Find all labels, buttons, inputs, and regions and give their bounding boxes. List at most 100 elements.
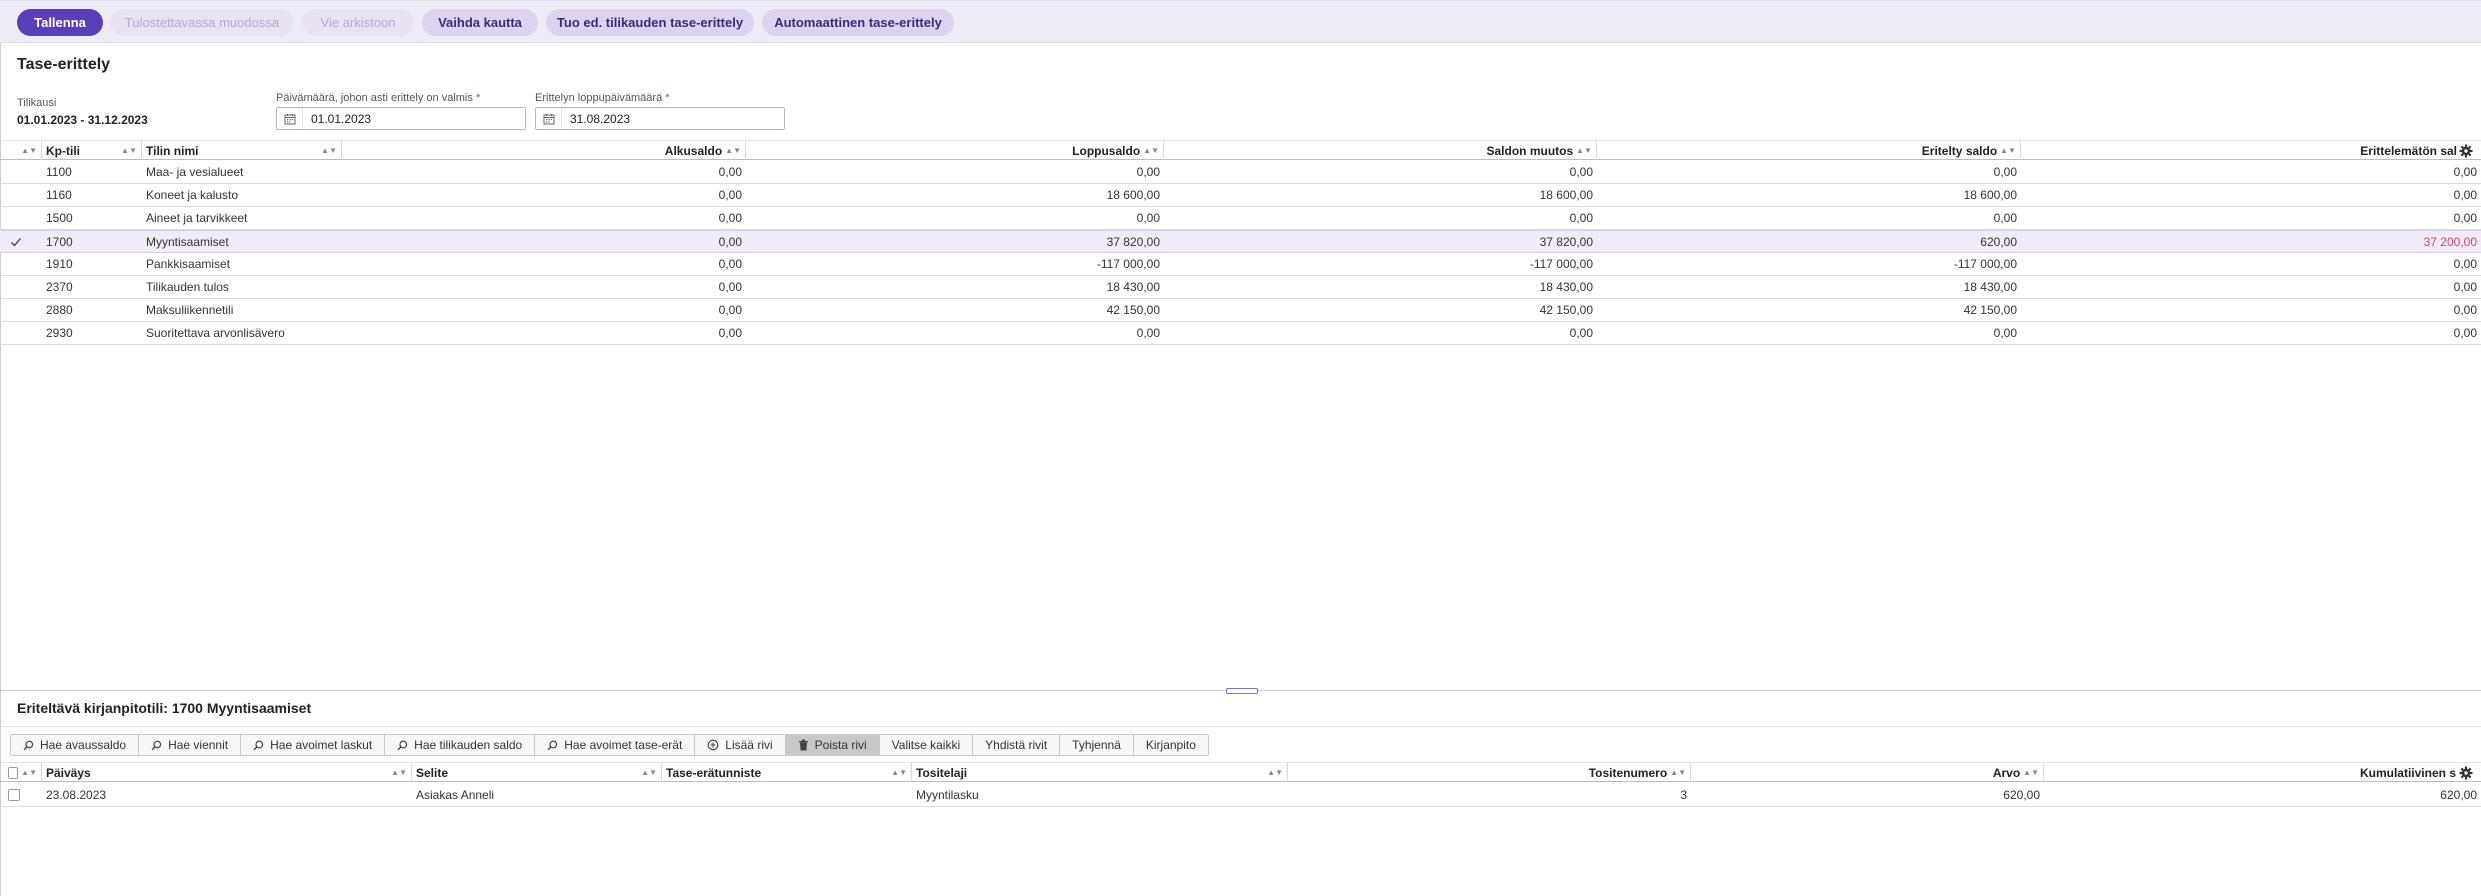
table-row[interactable]: 2930 Suoritettava arvonlisävero 0,00 0,00 0,… (0, 322, 2481, 345)
cell-doc_no: 3 (1680, 788, 1687, 802)
button-hae-viennit[interactable]: Hae viennit (139, 734, 242, 756)
cell-name: Myyntisaamiset (146, 235, 229, 249)
sort-icon[interactable]: ▲▼ (2023, 768, 2039, 777)
select-column-header[interactable]: ▲▼ (0, 141, 42, 160)
accounts-table-header: ▲▼ Kp-tili ▲▼ Tilin nimi ▲▼ Alkusaldo ▲▼ Lo… (0, 140, 2481, 160)
column-header-value[interactable]: Arvo ▲▼ (1691, 763, 2044, 782)
table-row[interactable]: 1700 Myyntisaamiset 0,00 37 820,00 37 820,00… (0, 230, 2481, 253)
button-label: Valitse kaikki (891, 738, 961, 752)
sort-icon[interactable]: ▲▼ (121, 146, 137, 155)
sort-icon[interactable]: ▲▼ (641, 768, 657, 777)
sort-icon[interactable]: ▲▼ (21, 146, 37, 155)
cell-name: Koneet ja kalusto (146, 188, 239, 202)
cell-account: 1700 (46, 235, 73, 249)
table-row[interactable]: 1910 Pankkisaamiset 0,00 -117 000,00 -117 00… (0, 253, 2481, 276)
toolbar: Tallenna Tulostettavassa muodossa Vie ar… (0, 0, 2481, 43)
column-header-cumulative[interactable]: Kumulatiivinen s (2044, 763, 2460, 782)
archive-button[interactable]: Vie arkistoon (302, 9, 414, 36)
calendar-icon[interactable] (536, 108, 562, 129)
column-header-date[interactable]: Päiväys ▲▼ (42, 763, 412, 782)
button-label: Tyhjennä (1072, 738, 1121, 752)
sort-icon[interactable]: ▲▼ (1670, 768, 1686, 777)
column-header-label: Eritelty saldo (1921, 143, 1998, 158)
button-label: Kirjanpito (1145, 738, 1196, 752)
button-lisää-rivi[interactable]: Lisää rivi (695, 734, 786, 756)
cell-closing: 18 600,00 (1106, 188, 1160, 202)
end-date-input[interactable]: 31.08.2023 (535, 107, 785, 130)
cell-unitemized: 0,00 (2453, 211, 2477, 225)
table-row[interactable]: 2370 Tilikauden tulos 0,00 18 430,00 18 430,… (0, 276, 2481, 299)
cell-change: 18 430,00 (1539, 280, 1593, 294)
column-header-description[interactable]: Selite ▲▼ (412, 763, 662, 782)
cell-name: Aineet ja tarvikkeet (146, 211, 248, 225)
button-yhdistä-rivit[interactable]: Yhdistä rivit (973, 734, 1061, 756)
column-header-unitemized[interactable]: Erittelemätön sal (2021, 141, 2461, 160)
cell-opening: 0,00 (718, 188, 742, 202)
table-row[interactable]: 23.08.2023 Asiakas Anneli Myyntilasku 3 620,… (0, 784, 2481, 807)
column-header-label: Arvo (1992, 765, 2021, 780)
gear-icon[interactable] (2458, 143, 2474, 159)
row-checkbox[interactable] (8, 789, 20, 801)
column-header-opening[interactable]: Alkusaldo ▲▼ (342, 141, 746, 160)
sort-icon[interactable]: ▲▼ (2000, 146, 2016, 155)
sort-icon[interactable]: ▲▼ (1143, 146, 1159, 155)
cell-unitemized: 0,00 (2453, 257, 2477, 271)
checkmark-icon (6, 231, 30, 253)
cell-unitemized: 0,00 (2453, 280, 2477, 294)
cell-account: 2370 (46, 280, 73, 294)
cell-closing: 0,00 (1136, 165, 1160, 179)
change-via-button[interactable]: Vaihda kautta (422, 9, 538, 36)
date-ready-input[interactable]: 01.01.2023 (276, 107, 526, 130)
column-header-doc-type[interactable]: Tositelaji ▲▼ (912, 763, 1288, 782)
print-format-button[interactable]: Tulostettavassa muodossa (110, 9, 294, 36)
sort-icon[interactable]: ▲▼ (391, 768, 407, 777)
button-poista-rivi[interactable]: Poista rivi (785, 734, 880, 756)
table-row[interactable]: 2880 Maksuliikennetili 0,00 42 150,00 42 150… (0, 299, 2481, 322)
column-header-closing[interactable]: Loppusaldo ▲▼ (746, 141, 1164, 160)
sort-icon[interactable]: ▲▼ (1267, 768, 1283, 777)
table-row[interactable]: 1160 Koneet ja kalusto 0,00 18 600,00 18 600… (0, 184, 2481, 207)
sort-icon[interactable]: ▲▼ (321, 146, 337, 155)
save-button[interactable]: Tallenna (17, 9, 103, 36)
column-header-label: Päiväys (46, 765, 91, 780)
cell-opening: 0,00 (718, 165, 742, 179)
cell-doc_type: Myyntilasku (916, 788, 979, 802)
row-select-cell[interactable] (4, 784, 28, 806)
import-previous-button[interactable]: Tuo ed. tilikauden tase-erittely (546, 9, 754, 36)
table-row[interactable]: 1500 Aineet ja tarvikkeet 0,00 0,00 0,00 0,00… (0, 207, 2481, 230)
button-tyhjennä[interactable]: Tyhjennä (1060, 734, 1134, 756)
select-all-header[interactable]: ▲▼ (0, 763, 42, 782)
sort-icon[interactable]: ▲▼ (21, 768, 37, 777)
column-header-doc-no[interactable]: Tositenumero ▲▼ (1288, 763, 1691, 782)
column-header-name[interactable]: Tilin nimi ▲▼ (142, 141, 342, 160)
sort-icon[interactable]: ▲▼ (725, 146, 741, 155)
column-header-change[interactable]: Saldon muutos ▲▼ (1164, 141, 1597, 160)
auto-itemization-button[interactable]: Automaattinen tase-erittely (762, 9, 954, 36)
end-date-label: Erittelyn loppupäivämäärä * (535, 92, 670, 104)
column-header-item-id[interactable]: Tase-erätunniste ▲▼ (662, 763, 912, 782)
cell-change: 0,00 (1569, 326, 1593, 340)
button-valitse-kaikki[interactable]: Valitse kaikki (879, 734, 974, 756)
column-header-account[interactable]: Kp-tili ▲▼ (42, 141, 142, 160)
cell-change: 0,00 (1569, 165, 1593, 179)
button-hae-avoimet-tase-erät[interactable]: Hae avoimet tase-erät (535, 734, 696, 756)
splitter-handle[interactable] (1226, 688, 1258, 694)
column-header-itemized[interactable]: Eritelty saldo ▲▼ (1597, 141, 2021, 160)
calendar-icon[interactable] (277, 108, 303, 129)
sort-icon[interactable]: ▲▼ (891, 768, 907, 777)
button-kirjanpito[interactable]: Kirjanpito (1133, 734, 1209, 756)
button-hae-avaussaldo[interactable]: Hae avaussaldo (10, 734, 140, 756)
button-hae-avoimet-laskut[interactable]: Hae avoimet laskut (241, 734, 386, 756)
table-row[interactable]: 1100 Maa- ja vesialueet 0,00 0,00 0,00 0,00 0,… (0, 161, 2481, 184)
button-hae-tilikauden-saldo[interactable]: Hae tilikauden saldo (385, 734, 536, 756)
divider (0, 726, 2481, 727)
period-label: Tilikausi (17, 97, 57, 109)
button-label: Poista rivi (814, 738, 867, 752)
cell-opening: 0,00 (718, 326, 742, 340)
cell-unitemized: 37 200,00 (2423, 235, 2477, 249)
gear-icon[interactable] (2458, 765, 2474, 781)
end-date-value: 31.08.2023 (570, 111, 631, 126)
cell-name: Tilikauden tulos (146, 280, 229, 294)
sort-icon[interactable]: ▲▼ (1576, 146, 1592, 155)
select-all-checkbox[interactable] (8, 766, 19, 779)
